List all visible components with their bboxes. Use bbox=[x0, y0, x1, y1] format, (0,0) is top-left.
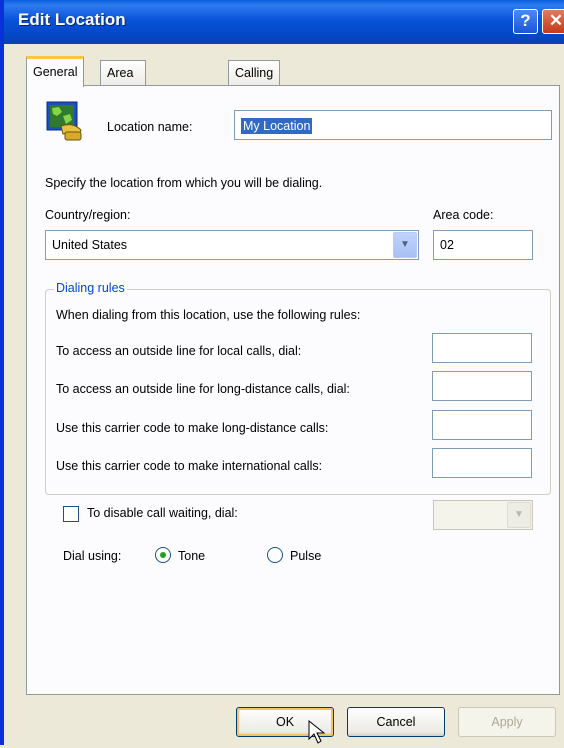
location-name-label: Location name: bbox=[107, 120, 193, 134]
rule-long-distance-field[interactable] bbox=[432, 371, 532, 401]
dial-using-label: Dial using: bbox=[63, 549, 122, 563]
pulse-label: Pulse bbox=[290, 549, 322, 563]
dialing-rules-legend: Dialing rules bbox=[54, 281, 127, 295]
general-tab-panel: Location name: My Location Specify the l… bbox=[26, 85, 560, 695]
close-button[interactable]: ✕ bbox=[542, 9, 564, 34]
country-label: Country/region: bbox=[45, 208, 131, 222]
call-waiting-checkbox[interactable] bbox=[63, 506, 79, 522]
location-name-field[interactable]: My Location bbox=[234, 110, 552, 140]
specify-text: Specify the location from which you will… bbox=[45, 176, 323, 190]
help-button[interactable]: ? bbox=[513, 9, 538, 34]
chevron-down-icon[interactable]: ▼ bbox=[393, 232, 417, 258]
rule-local-field[interactable] bbox=[432, 333, 532, 363]
rule-carrier-international-field[interactable] bbox=[432, 448, 532, 478]
mouse-pointer-icon bbox=[308, 719, 328, 745]
chevron-down-icon[interactable]: ▼ bbox=[507, 502, 531, 528]
area-code-field[interactable]: 02 bbox=[433, 230, 533, 260]
rule-carrier-international-label: Use this carrier code to make internatio… bbox=[56, 459, 323, 473]
area-code-label: Area code: bbox=[433, 208, 494, 222]
pulse-radio[interactable] bbox=[267, 547, 283, 563]
country-select[interactable]: United States ▼ bbox=[45, 230, 419, 260]
apply-button[interactable]: Apply bbox=[458, 707, 556, 737]
dialing-rules-intro: When dialing from this location, use the… bbox=[56, 308, 361, 322]
tab-area-code-rules[interactable]: Area Code Rules bbox=[100, 60, 146, 128]
country-value: United States bbox=[52, 238, 128, 252]
globe-phone-icon bbox=[43, 100, 87, 144]
rule-local-label: To access an outside line for local call… bbox=[56, 344, 302, 358]
call-waiting-label: To disable call waiting, dial: bbox=[87, 506, 238, 520]
window-title: Edit Location bbox=[18, 10, 126, 29]
tab-general[interactable]: General bbox=[26, 56, 85, 87]
rule-carrier-long-distance-label: Use this carrier code to make long-dista… bbox=[56, 421, 329, 435]
rule-long-distance-label: To access an outside line for long-dista… bbox=[56, 382, 350, 396]
tab-calling-card[interactable]: Calling Card bbox=[228, 60, 281, 104]
cancel-button[interactable]: Cancel bbox=[347, 707, 445, 737]
rule-carrier-long-distance-field[interactable] bbox=[432, 410, 532, 440]
location-name-value: My Location bbox=[241, 118, 313, 134]
dialing-rules-group: Dialing rules When dialing from this loc… bbox=[45, 281, 551, 495]
call-waiting-select[interactable]: ▼ bbox=[433, 500, 533, 530]
title-bar[interactable]: Edit Location ? ✕ bbox=[4, 0, 564, 44]
tone-label: Tone bbox=[178, 549, 206, 563]
area-code-value: 02 bbox=[440, 238, 454, 252]
tone-radio[interactable] bbox=[155, 547, 171, 563]
edit-location-dialog: Edit Location ? ✕ General Area Code Rule… bbox=[0, 0, 564, 745]
